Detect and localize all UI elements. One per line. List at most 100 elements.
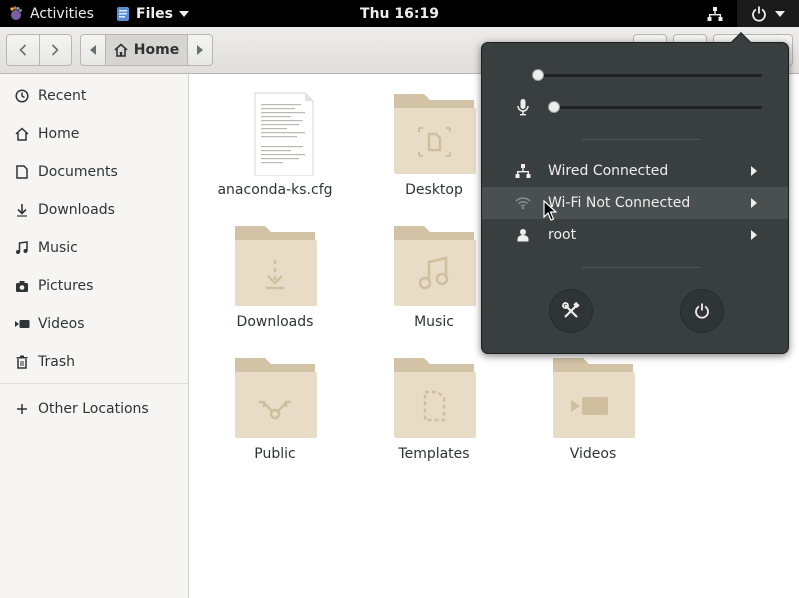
user-icon <box>515 227 531 243</box>
sidebar: Recent Home Documents Downloads Music Pi… <box>0 74 189 598</box>
sidebar-item-label: Other Locations <box>38 401 149 417</box>
trash-icon <box>13 353 31 371</box>
system-menu-button[interactable] <box>737 0 799 27</box>
back-button[interactable] <box>7 35 39 65</box>
triangle-right-icon <box>751 230 757 240</box>
sidebar-item-trash[interactable]: Trash <box>0 345 188 379</box>
chevron-right-icon <box>52 44 59 56</box>
path-bar: Home <box>80 34 213 66</box>
clock-icon <box>13 87 31 105</box>
folder-downloads-icon <box>235 226 317 306</box>
sidebar-item-music[interactable]: Music <box>0 231 188 265</box>
folder-templates-icon <box>394 358 476 438</box>
volume-slider-knob[interactable] <box>532 69 544 81</box>
folder-item[interactable]: Videos <box>516 356 666 476</box>
video-camera-icon <box>13 315 31 333</box>
wired-network-icon <box>515 163 531 179</box>
app-menu-label: Files <box>136 5 173 22</box>
power-icon <box>695 303 709 319</box>
path-scroll-left-button[interactable] <box>81 35 105 65</box>
sidebar-item-label: Trash <box>38 354 75 370</box>
triangle-left-icon <box>90 45 96 55</box>
settings-tools-icon <box>562 302 580 318</box>
file-name: Templates <box>398 446 470 462</box>
sidebar-separator <box>0 383 188 384</box>
file-name: Public <box>254 446 296 462</box>
history-buttons <box>6 34 72 66</box>
system-menu: Wired Connected Wi-Fi Not Connected root <box>481 32 790 354</box>
menu-item-wired[interactable]: Wired Connected <box>482 155 788 187</box>
folder-item[interactable]: Public <box>198 356 348 476</box>
sidebar-item-label: Music <box>38 240 78 256</box>
folder-item[interactable]: Templates <box>357 356 507 476</box>
folder-videos-icon <box>553 358 635 438</box>
menu-item-wifi[interactable]: Wi-Fi Not Connected <box>482 187 788 219</box>
settings-button[interactable] <box>549 289 593 333</box>
folder-desktop-icon <box>394 94 476 174</box>
text-file-icon <box>254 92 314 176</box>
activities-button[interactable]: Activities <box>8 0 94 27</box>
sidebar-item-documents[interactable]: Documents <box>0 155 188 189</box>
microphone-slider-knob[interactable] <box>548 101 560 113</box>
microphone-row <box>482 92 790 122</box>
sidebar-item-other-locations[interactable]: Other Locations <box>0 392 188 426</box>
sidebar-item-pictures[interactable]: Pictures <box>0 269 188 303</box>
caret-down-icon <box>179 10 189 17</box>
gnome-foot-icon <box>10 5 22 20</box>
file-name: Downloads <box>236 314 314 330</box>
mouse-cursor-icon <box>543 200 557 221</box>
caret-down-icon <box>775 10 785 17</box>
forward-button[interactable] <box>38 35 72 65</box>
microphone-icon <box>517 99 529 116</box>
menu-item-user[interactable]: root <box>482 219 788 251</box>
home-icon <box>13 125 31 143</box>
folder-public-icon <box>235 358 317 438</box>
path-scroll-right-button[interactable] <box>188 35 212 65</box>
wifi-icon <box>515 195 531 211</box>
top-bar: Activities Files Thu 16:19 <box>0 0 799 27</box>
triangle-right-icon <box>197 45 203 55</box>
file-item[interactable]: anaconda-ks.cfg <box>198 92 348 212</box>
triangle-right-icon <box>751 198 757 208</box>
sidebar-item-label: Videos <box>38 316 85 332</box>
sidebar-item-recent[interactable]: Recent <box>0 79 188 113</box>
sidebar-item-home[interactable]: Home <box>0 117 188 151</box>
sidebar-item-label: Pictures <box>38 278 94 294</box>
sidebar-item-label: Downloads <box>38 202 115 218</box>
sidebar-item-label: Home <box>38 126 80 142</box>
activities-label: Activities <box>30 5 94 22</box>
triangle-right-icon <box>751 166 757 176</box>
menu-item-label: Wired Connected <box>548 163 669 179</box>
menu-item-label: Wi-Fi Not Connected <box>548 195 691 211</box>
menu-separator <box>582 267 700 268</box>
menu-separator <box>582 139 700 140</box>
sidebar-item-label: Recent <box>38 88 87 104</box>
clock-label[interactable]: Thu 16:19 <box>360 6 439 22</box>
sidebar-item-label: Documents <box>38 164 118 180</box>
home-icon <box>114 43 128 57</box>
volume-slider[interactable] <box>538 74 762 77</box>
microphone-slider[interactable] <box>554 106 762 109</box>
folder-music-icon <box>394 226 476 306</box>
document-icon <box>13 163 31 181</box>
music-note-icon <box>13 239 31 257</box>
volume-row <box>482 60 790 90</box>
power-icon <box>752 6 766 22</box>
power-off-button[interactable] <box>680 289 724 333</box>
chevron-left-icon <box>19 44 26 56</box>
file-name: anaconda-ks.cfg <box>217 182 333 198</box>
menu-item-label: root <box>548 227 577 243</box>
path-crumb-home[interactable]: Home <box>105 35 188 65</box>
sidebar-item-videos[interactable]: Videos <box>0 307 188 341</box>
app-menu-button[interactable]: Files <box>116 0 189 27</box>
file-name: Videos <box>569 446 617 462</box>
folder-item[interactable]: Downloads <box>198 224 348 344</box>
network-indicator[interactable] <box>693 0 737 27</box>
sidebar-item-downloads[interactable]: Downloads <box>0 193 188 227</box>
download-icon <box>13 201 31 219</box>
files-app-icon <box>117 6 129 21</box>
path-crumb-label: Home <box>133 42 180 58</box>
plus-icon <box>13 400 31 418</box>
camera-icon <box>13 277 31 295</box>
wired-network-icon <box>707 6 723 21</box>
